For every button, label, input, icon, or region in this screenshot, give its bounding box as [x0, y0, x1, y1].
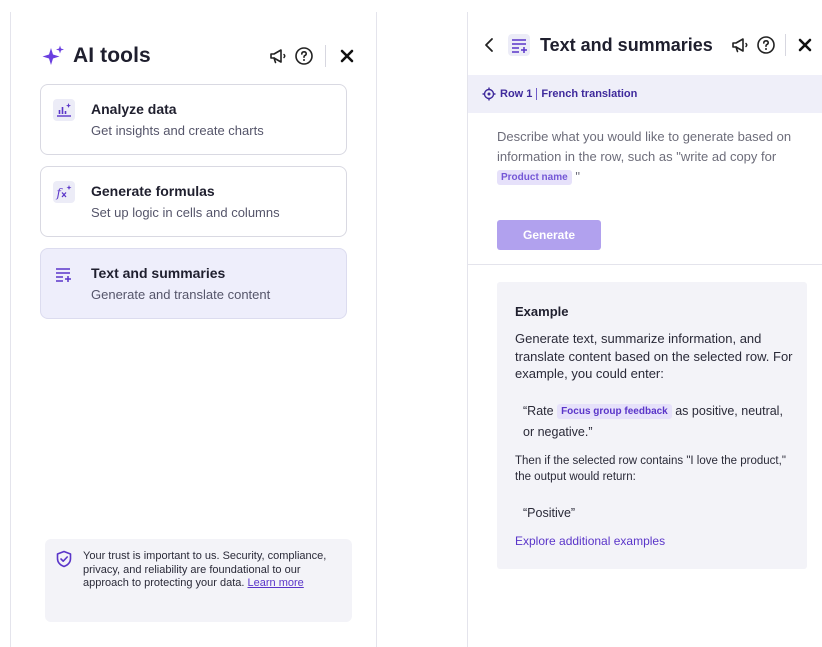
shield-check-icon [56, 550, 72, 568]
panel-title: Text and summaries [540, 34, 713, 55]
close-icon[interactable] [334, 43, 360, 69]
explore-examples-link[interactable]: Explore additional examples [515, 534, 665, 548]
tool-description: Get insights and create charts [91, 123, 264, 138]
header-actions [727, 32, 818, 58]
column-chip: Focus group feedback [557, 404, 672, 419]
row-separator [536, 88, 538, 100]
panel-title: AI tools [73, 44, 151, 67]
example-quote: “Rate Focus group feedback as positive, … [523, 401, 793, 443]
header-divider [325, 45, 326, 67]
ai-tools-panel: AI tools Analyze data Get insights and c… [10, 12, 377, 647]
tool-card-generate-formulas[interactable]: f Generate formulas Set up logic in cell… [40, 166, 347, 237]
text-summaries-panel: Text and summaries Row 1 French translat… [467, 12, 822, 647]
tool-description: Set up logic in cells and columns [91, 205, 280, 220]
quote-start: “Rate [523, 404, 554, 418]
text-lines-icon [508, 34, 530, 56]
tool-title: Text and summaries [91, 265, 226, 281]
prompt-input[interactable]: Describe what you would like to generate… [497, 127, 797, 187]
formula-icon: f [53, 181, 75, 203]
target-icon [482, 87, 496, 101]
ai-tools-header: AI tools [41, 42, 360, 70]
prompt-placeholder-end: " [575, 169, 580, 184]
tool-card-text-and-summaries[interactable]: Text and summaries Generate and translat… [40, 248, 347, 319]
column-label: French translation [541, 88, 638, 100]
megaphone-icon[interactable] [727, 32, 753, 58]
close-icon[interactable] [792, 32, 818, 58]
tool-title: Analyze data [91, 101, 177, 117]
header-divider [785, 34, 786, 56]
megaphone-icon[interactable] [265, 43, 291, 69]
help-icon[interactable] [291, 43, 317, 69]
generate-button[interactable]: Generate [497, 220, 601, 250]
example-title: Example [515, 304, 569, 319]
prompt-placeholder: Describe what you would like to generate… [497, 129, 792, 164]
tool-description: Generate and translate content [91, 287, 271, 302]
trust-notice: Your trust is important to us. Security,… [45, 539, 352, 622]
section-divider [468, 264, 822, 265]
text-lines-icon [56, 268, 71, 282]
tool-title: Generate formulas [91, 183, 215, 199]
tool-card-analyze-data[interactable]: Analyze data Get insights and create cha… [40, 84, 347, 155]
learn-more-link[interactable]: Learn more [248, 577, 304, 589]
column-chip: Product name [497, 170, 572, 185]
trust-text: Your trust is important to us. Security,… [83, 550, 341, 591]
example-body: Generate text, summarize information, an… [515, 331, 793, 381]
chart-sparkle-icon [53, 99, 75, 121]
sparkle-icon [42, 45, 64, 65]
row-label: Row 1 [500, 88, 533, 100]
selected-row-bar[interactable]: Row 1 French translation [468, 75, 822, 113]
header-actions [265, 43, 360, 69]
example-card: Example Generate text, summarize informa… [497, 282, 807, 569]
back-chevron-icon[interactable] [482, 35, 496, 55]
example-output: “Positive” [523, 506, 576, 520]
text-summaries-header: Text and summaries [482, 32, 818, 58]
help-icon[interactable] [753, 32, 779, 58]
example-then: Then if the selected row contains "I lov… [515, 455, 786, 483]
